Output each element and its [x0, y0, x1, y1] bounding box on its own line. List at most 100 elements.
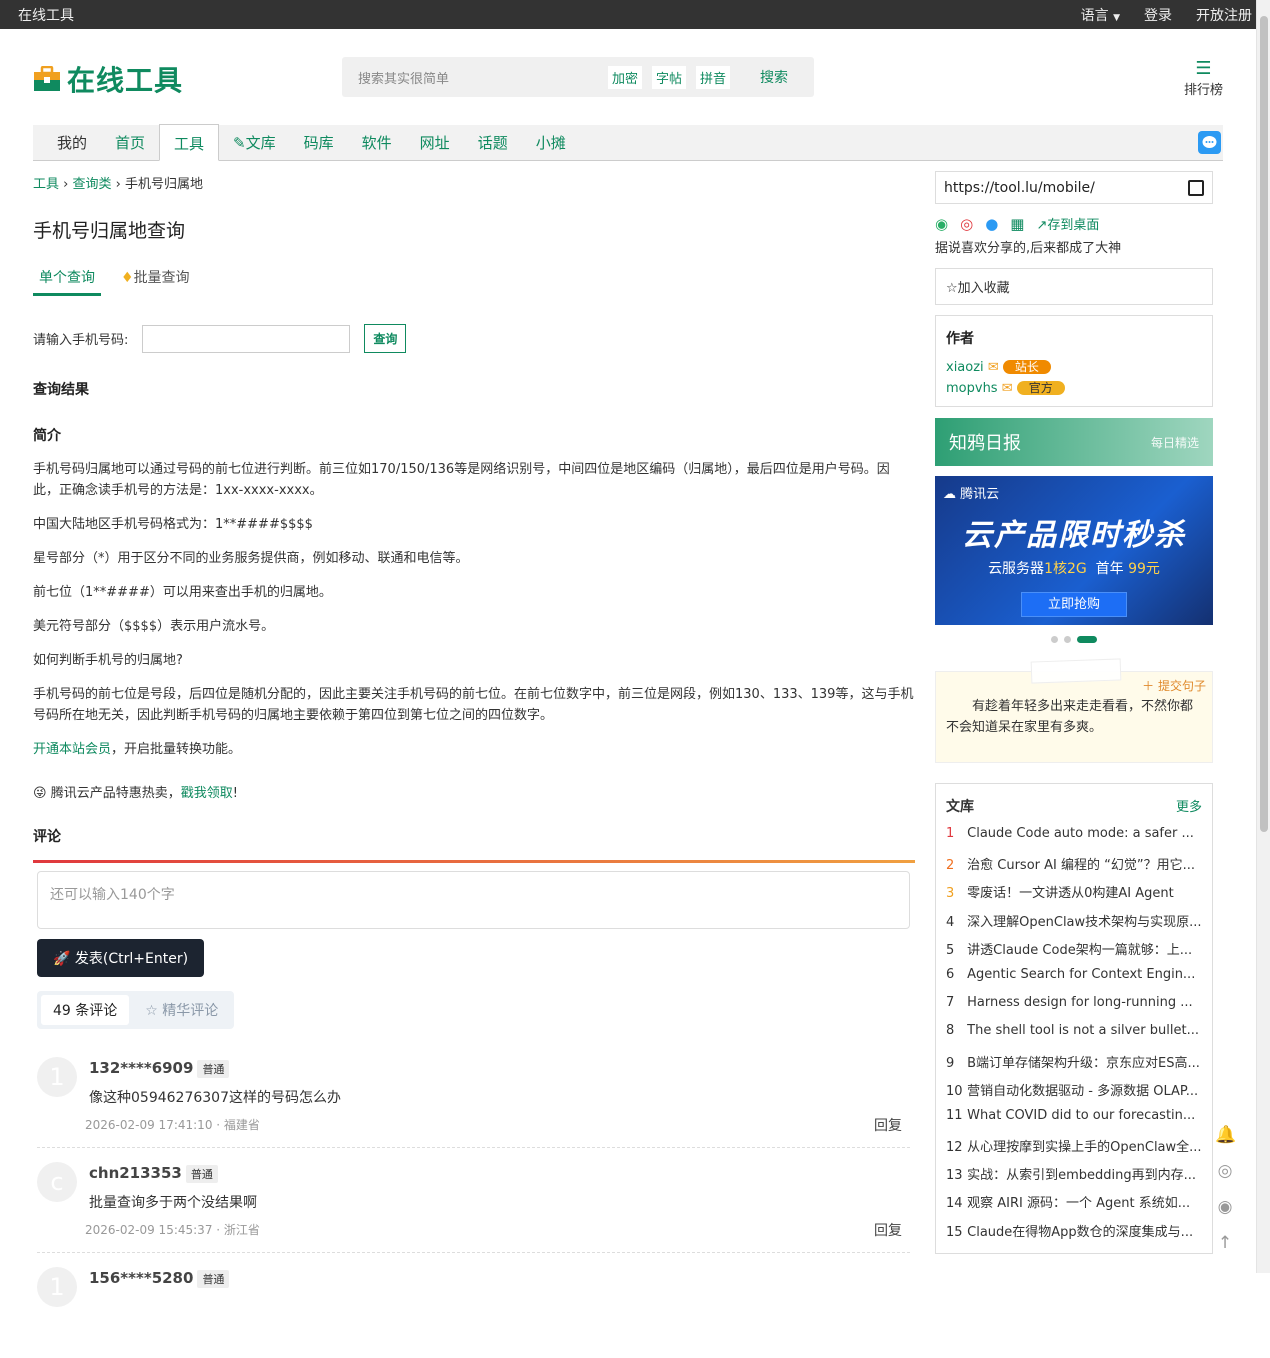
search-tag-pinyin[interactable]: 拼音	[695, 65, 730, 89]
caret-down-icon: ▼	[1113, 12, 1120, 23]
carousel-dot[interactable]	[1064, 636, 1071, 643]
wechat-float-icon[interactable]: ◎	[1215, 1161, 1235, 1181]
tab-batch[interactable]: ♦批量查询	[121, 267, 190, 296]
library-item[interactable]: 10 营销自动化数据驱动 - 多源数据 OLAP...	[946, 1080, 1202, 1108]
comment-author[interactable]: chn213353 普通	[89, 1164, 218, 1183]
search-bar[interactable]: 搜索其实很简单 加密 字帖 拼音 搜索	[342, 57, 814, 97]
comment-author-name: 156****5280	[89, 1269, 194, 1287]
nav-item-code[interactable]: 码库	[290, 124, 348, 160]
zhiya-daily-banner[interactable]: 知鸦日报 每日精选	[935, 418, 1213, 466]
weibo-icon[interactable]: ◎	[960, 215, 973, 233]
library-item[interactable]: 13 实战：从索引到embedding再到内存...	[946, 1164, 1202, 1192]
chat-icon[interactable]	[1198, 131, 1221, 154]
copy-icon[interactable]	[1188, 179, 1204, 196]
ad-buy-button[interactable]: 立即抢购	[1021, 592, 1127, 617]
nav-item-mine[interactable]: 我的	[43, 124, 101, 160]
favorite-button[interactable]: ☆加入收藏	[935, 268, 1213, 305]
reply-button[interactable]: 回复	[874, 1220, 902, 1240]
query-tabs: 单个查询 ♦批量查询	[33, 267, 915, 296]
library-item[interactable]: 1 Claude Code auto mode: a safer ...	[946, 826, 1202, 854]
library-item-title: 讲透Claude Code架构一篇就够：上...	[967, 942, 1193, 958]
comment-input[interactable]: 还可以输入140个字	[37, 871, 910, 929]
author-link[interactable]: xiaozi	[946, 360, 984, 375]
search-tag-copybook[interactable]: 字帖	[651, 65, 686, 89]
post-button[interactable]: 🚀 发表(Ctrl+Enter)	[37, 939, 205, 977]
library-item-title: 观察 AIRI 源码：一个 Agent 系统如...	[967, 1196, 1191, 1212]
promo-link[interactable]: 戳我领取	[181, 786, 233, 801]
scrollbar-thumb[interactable]	[1260, 16, 1268, 832]
nav-item-tools[interactable]: 工具	[159, 124, 220, 161]
mail-icon[interactable]: ✉	[988, 360, 999, 375]
reply-button[interactable]: 回复	[874, 1115, 902, 1135]
share-slogan: 据说喜欢分享的,后来都成了大神	[935, 241, 1122, 256]
search-input[interactable]: 搜索其实很简单	[358, 68, 598, 87]
submit-quote-link[interactable]: ＋ 提交句子	[1142, 676, 1206, 697]
nav-item-software[interactable]: 软件	[348, 124, 406, 160]
library-item[interactable]: 14 观察 AIRI 源码：一个 Agent 系统如...	[946, 1192, 1202, 1220]
back-to-top-icon[interactable]: ↑	[1215, 1233, 1235, 1253]
carousel-dot-active[interactable]	[1077, 636, 1097, 643]
language-menu[interactable]: 语言 ▼	[1081, 5, 1120, 25]
register-link[interactable]: 开放注册	[1196, 5, 1252, 25]
site-name[interactable]: 在线工具	[18, 5, 74, 25]
search-button[interactable]: 搜索	[760, 67, 788, 87]
qrcode-icon[interactable]: ▦	[1010, 215, 1024, 233]
library-item-title: Agentic Search for Context Engin...	[967, 966, 1196, 982]
login-link[interactable]: 登录	[1144, 5, 1172, 25]
nav-item-library[interactable]: ✎文库	[219, 124, 290, 160]
tab-all-comments[interactable]: 49 条评论	[41, 995, 130, 1025]
share-url: https://tool.lu/mobile/	[944, 179, 1095, 196]
qq-icon[interactable]: ●	[985, 215, 998, 233]
library-item[interactable]: 3 零废话！一文讲透从0构建AI Agent	[946, 882, 1202, 910]
library-item-title: B端订单存储架构升级：京东应对ES高...	[967, 1055, 1200, 1071]
breadcrumb-query[interactable]: 查询类	[72, 177, 111, 192]
nav-item-stall[interactable]: 小摊	[522, 124, 580, 160]
share-url-box[interactable]: https://tool.lu/mobile/	[935, 171, 1213, 204]
phone-input[interactable]	[142, 324, 351, 353]
page-scrollbar[interactable]	[1256, 0, 1270, 1273]
breadcrumb-tools[interactable]: 工具	[33, 177, 59, 192]
comment-author[interactable]: 156****5280 普通	[89, 1269, 230, 1288]
tab-best-comments[interactable]: ☆ 精华评论	[133, 995, 230, 1025]
author-link[interactable]: mopvhs	[946, 381, 998, 396]
library-item[interactable]: 2 治愈 Cursor AI 编程的 “幻觉”？用它...	[946, 854, 1202, 882]
library-item[interactable]: 6 Agentic Search for Context Engin...	[946, 967, 1202, 995]
avatar[interactable]: c	[37, 1162, 77, 1202]
wechat-icon[interactable]: ◉	[935, 215, 948, 233]
library-item[interactable]: 9 B端订单存储架构升级：京东应对ES高...	[946, 1052, 1202, 1080]
library-item[interactable]: 4 深入理解OpenClaw技术架构与实现原...	[946, 911, 1202, 939]
weibo-float-icon[interactable]: ◉	[1215, 1197, 1235, 1217]
library-more-link[interactable]: 更多	[1176, 796, 1202, 816]
nav-item-topics[interactable]: 话题	[464, 124, 522, 160]
nav-item-home[interactable]: 首页	[101, 124, 159, 160]
library-item-title: 深入理解OpenClaw技术架构与实现原...	[967, 914, 1202, 930]
avatar[interactable]: 1	[37, 1267, 77, 1307]
comment-item: c chn213353 普通 批量查询多于两个没结果啊 2026-02-09 15…	[37, 1148, 910, 1253]
zhiya-subtitle: 每日精选	[1150, 435, 1199, 450]
tab-single[interactable]: 单个查询	[33, 267, 101, 296]
save-desktop-link[interactable]: ↗存到桌面	[1036, 214, 1099, 233]
search-tag-encrypt[interactable]: 加密	[607, 65, 642, 89]
site-logo[interactable]: 在线工具	[33, 59, 183, 99]
mail-icon[interactable]: ✉	[1002, 381, 1013, 396]
query-button[interactable]: 查询	[364, 324, 407, 353]
library-item[interactable]: 8 The shell tool is not a silver bullet.…	[946, 1023, 1202, 1051]
library-item[interactable]: 15 Claude在得物App数仓的深度集成与...	[946, 1221, 1202, 1249]
library-item[interactable]: 7 Harness design for long-running ...	[946, 995, 1202, 1023]
sidebar: https://tool.lu/mobile/ ◉ ◎ ● ▦ ↗存到桌面 据说…	[935, 171, 1213, 1254]
ad-banner[interactable]: ☁ 腾讯云 云产品限时秒杀 云服务器1核2G 首年 99元 立即抢购	[935, 476, 1213, 625]
tape-decoration	[1030, 658, 1122, 684]
library-item[interactable]: 5 讲透Claude Code架构一篇就够：上...	[946, 939, 1202, 967]
toolbox-icon	[34, 66, 60, 91]
library-item[interactable]: 12 从心理按摩到实操上手的OpenClaw全...	[946, 1136, 1202, 1164]
rank-button[interactable]: ☰ 排行榜	[1184, 59, 1223, 99]
phone-label: 请输入手机号码:	[33, 333, 129, 348]
comment-author[interactable]: 132****6909 普通	[89, 1059, 230, 1078]
carousel-dot[interactable]	[1051, 636, 1058, 643]
vip-link[interactable]: 开通本站会员	[33, 742, 111, 757]
bell-icon[interactable]: 🔔	[1215, 1125, 1236, 1145]
nav-item-sites[interactable]: 网址	[406, 124, 464, 160]
library-item-rank: 11	[946, 1107, 963, 1123]
avatar[interactable]: 1	[37, 1057, 77, 1097]
library-item[interactable]: 11 What COVID did to our forecastin...	[946, 1108, 1202, 1136]
